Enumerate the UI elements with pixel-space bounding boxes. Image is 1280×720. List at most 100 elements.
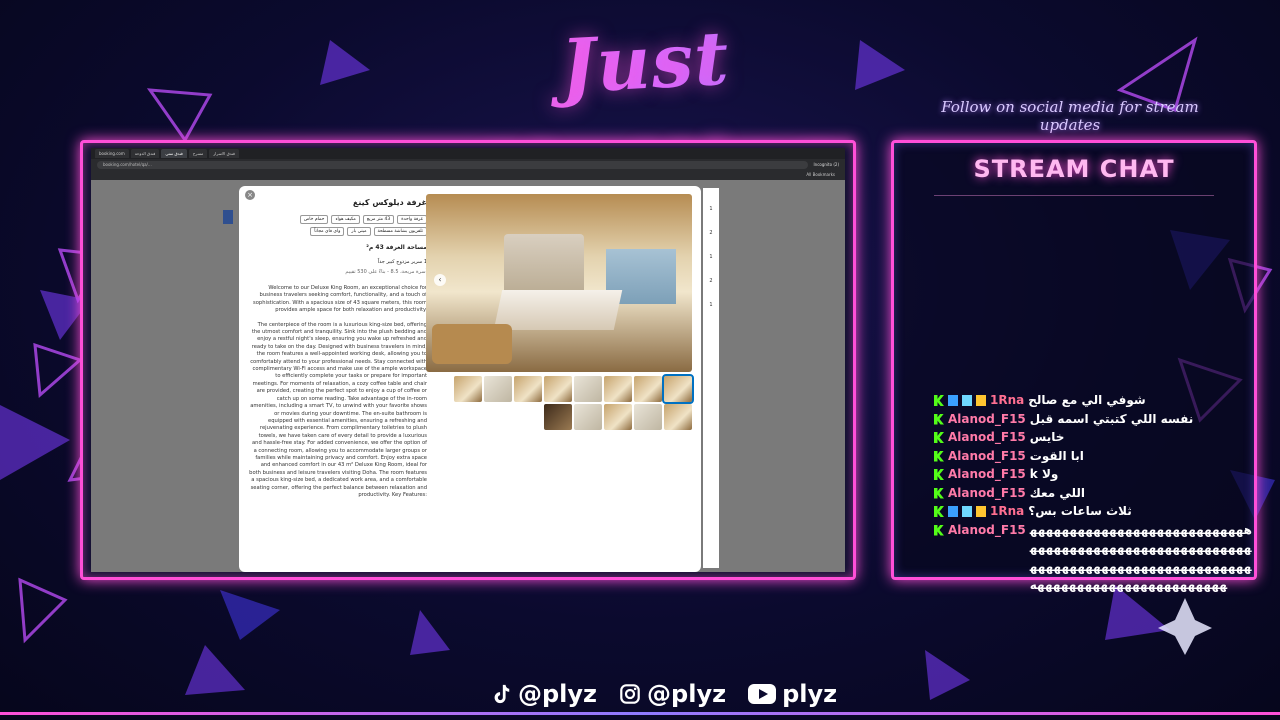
gallery-thumbnail[interactable] <box>634 404 662 430</box>
page-side-strip: 1 2 1 2 1 <box>703 188 719 568</box>
chat-message: Alanod_F15 k ولا <box>934 465 1254 484</box>
kick-badge-icon <box>934 506 944 517</box>
kick-badge-icon <box>934 469 944 480</box>
page-left-strip <box>223 210 233 224</box>
room-info-panel: غرفة ديلوكس كينغ غرفة واحدة 43 متر مربع … <box>245 194 427 572</box>
gallery-thumbnail[interactable] <box>604 404 632 430</box>
chat-text: اللي معك <box>1029 485 1085 500</box>
sword-badge-icon <box>948 395 958 406</box>
room-gallery: ‹ <box>426 194 694 430</box>
gallery-thumbnail[interactable] <box>634 376 662 402</box>
chat-username[interactable]: Alanod_F15 <box>948 484 1026 503</box>
gallery-thumbnail[interactable] <box>664 404 692 430</box>
chat-username[interactable]: Alanod_F15 <box>948 521 1026 540</box>
chat-title-divider <box>934 195 1214 196</box>
gallery-thumbnail[interactable] <box>604 376 632 402</box>
bottom-accent-line <box>0 712 1280 715</box>
browser-tab-active[interactable]: فندق ستي <box>161 149 187 158</box>
stream-title: Just Chatting <box>392 0 897 226</box>
side-strip-number: 1 <box>709 206 713 212</box>
chat-message: Alanod_F15 خايس <box>934 428 1254 447</box>
social-handle: plyz <box>782 680 838 708</box>
gallery-thumbnail[interactable] <box>454 376 482 402</box>
chat-message: Alanod_F15 ابا القوت <box>934 447 1254 466</box>
kick-badge-icon <box>934 487 944 499</box>
browser-tab[interactable]: فندق الاسرار <box>209 149 239 158</box>
facility-item: ميني بار <box>347 227 371 236</box>
chat-title: STREAM CHAT <box>973 155 1175 183</box>
chat-text: شوفي الي مع صالح <box>1028 393 1146 407</box>
chat-message: Alanod_F15 نفسه اللي كتبتي اسمه قبل <box>934 410 1254 429</box>
chat-username[interactable]: Alanod_F15 <box>948 465 1026 484</box>
chat-message: 1Rna ثلاث ساعات بس؟ <box>934 502 1254 521</box>
chat-username[interactable]: Alanod_F15 <box>948 447 1026 466</box>
social-handle: @plyz <box>518 680 598 708</box>
thumbnail-strip <box>426 374 694 430</box>
bookmarks-bar[interactable]: All Bookmarks <box>91 170 845 180</box>
stream-chat-panel: STREAM CHAT 1Rna شوفي الي مع صالح Alanod… <box>891 140 1257 592</box>
description-paragraph: Welcome to our Deluxe King Room, an exce… <box>253 285 427 314</box>
facility-item: واي فاي مجاناً <box>310 227 345 236</box>
gallery-thumbnail[interactable] <box>544 376 572 402</box>
bed-rating: أسرة مريحة، 8.5 - بناءً على 530 تقييم <box>345 269 427 275</box>
chat-username[interactable]: Alanod_F15 <box>948 428 1026 447</box>
room-title: غرفة ديلوكس كينغ <box>352 198 427 207</box>
kick-badge-icon <box>934 432 944 443</box>
tiktok-icon <box>494 684 510 704</box>
chat-text: نفسه اللي كتبتي اسمه قبل <box>1029 411 1194 426</box>
facility-item: مكيف هواء <box>331 215 360 224</box>
instagram-icon <box>620 684 640 704</box>
browser-window: booking.com فندق الدوحة فندق ستي مسرح فن… <box>91 148 845 572</box>
chat-username[interactable]: Alanod_F15 <box>948 410 1026 429</box>
gallery-thumbnail[interactable] <box>574 376 602 402</box>
kick-badge-icon <box>934 395 944 406</box>
description-paragraph: The centerpiece of the room is a luxurio… <box>249 321 427 498</box>
gallery-thumbnail[interactable] <box>574 404 602 430</box>
bed-info: 1 سرير مزدوج كبير جداً <box>377 259 427 265</box>
browser-tab[interactable]: مسرح <box>188 149 208 158</box>
url-input[interactable]: booking.com/hotel/qa/... <box>97 160 808 169</box>
side-strip-number: 1 <box>709 254 713 260</box>
sword-badge-icon <box>948 506 958 517</box>
kick-badge-icon <box>934 413 944 425</box>
chat-text: ابا القوت <box>1029 448 1084 463</box>
browser-tab-bar: booking.com فندق الدوحة فندق ستي مسرح فن… <box>91 148 845 159</box>
chat-text: k ولا <box>1029 467 1059 481</box>
facility-item: 43 متر مربع <box>362 215 395 224</box>
social-instagram[interactable]: @plyz <box>619 680 726 708</box>
incognito-indicator[interactable]: Incognito (2) <box>814 162 840 167</box>
follow-subtitle: Follow on social media for stream update… <box>941 98 1199 134</box>
room-area: مساحة الغرفة 43 م² <box>366 244 427 251</box>
chat-username[interactable]: 1Rna <box>990 391 1024 410</box>
chevron-left-icon[interactable]: ‹ <box>434 274 446 286</box>
chat-username[interactable]: 1Rna <box>990 502 1024 521</box>
kick-badge-icon <box>934 450 944 462</box>
facility-item: حمام خاص <box>299 215 329 224</box>
social-youtube[interactable]: plyz <box>748 680 837 708</box>
social-handle: @plyz <box>647 680 727 708</box>
crown-badge-icon <box>976 395 986 406</box>
chat-message: Alanod_F15 اللي معك <box>934 484 1254 503</box>
social-tiktok[interactable]: @plyz <box>490 680 597 708</box>
facility-list: غرفة واحدة 43 متر مربع مكيف هواء حمام خا… <box>245 215 427 236</box>
gallery-thumbnail-selected[interactable] <box>662 374 694 404</box>
chat-message-list: 1Rna شوفي الي مع صالح Alanod_F15 نفسه ال… <box>934 391 1254 595</box>
gallery-thumbnail[interactable] <box>484 376 512 402</box>
kick-badge-icon <box>934 524 944 536</box>
browser-tab[interactable]: booking.com <box>95 149 129 158</box>
browser-address-bar: booking.com/hotel/qa/... Incognito (2) <box>91 159 845 170</box>
room-detail-modal: × غرفة ديلوكس كينغ غرفة واحدة 43 متر مرب… <box>239 186 701 572</box>
social-links: @plyz @plyz plyz <box>490 676 837 712</box>
cube-badge-icon <box>962 395 972 406</box>
side-strip-number: 2 <box>709 278 713 284</box>
youtube-icon <box>748 684 777 704</box>
screen-capture-frame: booking.com فندق الدوحة فندق ستي مسرح فن… <box>80 140 856 580</box>
cube-badge-icon <box>962 506 972 517</box>
side-strip-number: 1 <box>709 302 713 308</box>
chat-text: هههههههههههههههههههههههههههههههههههههههه… <box>1029 522 1252 593</box>
room-main-photo[interactable]: ‹ <box>426 194 692 372</box>
side-strip-number: 2 <box>709 230 713 236</box>
gallery-thumbnail[interactable] <box>514 376 542 402</box>
gallery-thumbnail[interactable] <box>544 404 572 430</box>
browser-tab[interactable]: فندق الدوحة <box>130 149 160 158</box>
